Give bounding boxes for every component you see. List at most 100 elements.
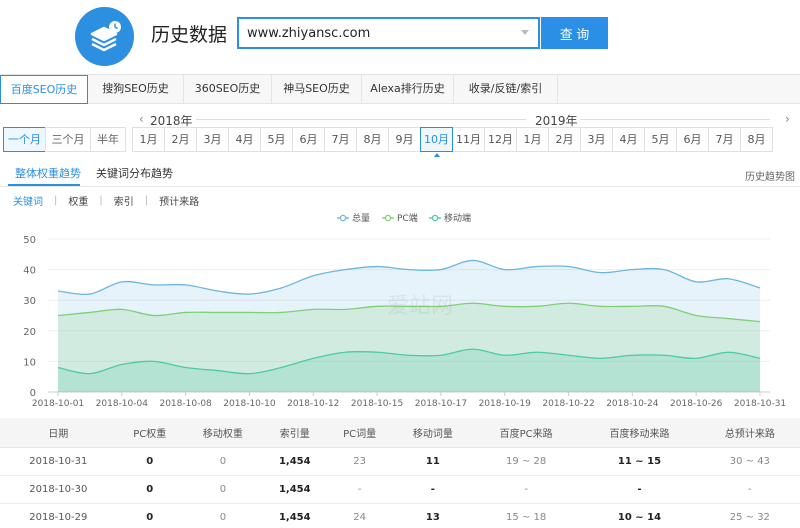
- column-header[interactable]: 总预计来路: [699, 418, 800, 448]
- legend-marker: [339, 214, 347, 222]
- month-16[interactable]: 5月: [644, 127, 677, 152]
- tab-sogou-seo[interactable]: 搜狗SEO历史: [88, 75, 184, 104]
- next-year-arrow-icon[interactable]: ›: [785, 112, 790, 126]
- legend-label: 移动端: [444, 212, 471, 224]
- range-one-month[interactable]: 一个月: [3, 127, 46, 152]
- month-13[interactable]: 2月: [548, 127, 581, 152]
- range-three-months[interactable]: 三个月: [45, 127, 91, 152]
- month-6[interactable]: 7月: [324, 127, 357, 152]
- month-17[interactable]: 6月: [676, 127, 709, 152]
- table-header-row: 日期 PC权重 移动权重 索引量 PC词量 移动词量 百度PC来路 百度移动来路 总预计来路: [0, 418, 800, 448]
- y-tick-label: 50: [23, 235, 36, 246]
- month-8[interactable]: 9月: [388, 127, 421, 152]
- table-cell: 25 ~ 32: [699, 503, 800, 528]
- history-chart-link[interactable]: 历史趋势图: [745, 168, 795, 183]
- table-cell: 0: [182, 503, 264, 528]
- table-cell: 0: [116, 447, 183, 476]
- tab-shenma-seo[interactable]: 神马SEO历史: [272, 75, 362, 104]
- column-header[interactable]: 日期: [0, 418, 117, 448]
- active-subtab-indicator: [8, 184, 80, 186]
- month-2[interactable]: 3月: [196, 127, 229, 152]
- month-7[interactable]: 8月: [356, 127, 389, 152]
- table-cell: 0: [116, 503, 183, 528]
- table-cell: 19 ~ 28: [472, 447, 580, 476]
- month-4[interactable]: 5月: [260, 127, 293, 152]
- table-cell: -: [699, 475, 800, 504]
- month-9[interactable]: 10月: [420, 127, 453, 157]
- x-tick-label: 2018-10-31: [734, 399, 786, 409]
- table-cell: 10 ~ 14: [579, 503, 700, 528]
- month-18[interactable]: 7月: [708, 127, 741, 152]
- x-tick-label: 2018-10-19: [479, 399, 532, 409]
- column-header[interactable]: PC权重: [116, 418, 183, 448]
- x-tick-label: 2018-10-08: [159, 399, 212, 409]
- x-tick-label: 2018-10-26: [670, 399, 723, 409]
- tab-alexa[interactable]: Alexa排行历史: [362, 75, 454, 104]
- tab-baidu-seo[interactable]: 百度SEO历史: [0, 75, 88, 104]
- column-header[interactable]: 移动权重: [182, 418, 264, 448]
- y-tick-label: 20: [23, 327, 36, 338]
- page-title: 历史数据: [151, 24, 228, 46]
- month-0[interactable]: 1月: [132, 127, 165, 152]
- table-cell: 0: [182, 447, 264, 476]
- subtab-keyword-distribution[interactable]: 关键词分布趋势: [96, 165, 173, 181]
- table-row: 2018-10-29 0 0 1,454 24 13 15 ~ 18 10 ~ 14 25 ~ …: [0, 503, 800, 528]
- month-1[interactable]: 2月: [164, 127, 197, 152]
- table-cell: -: [579, 475, 700, 504]
- table-cell: 11 ~ 15: [579, 447, 700, 476]
- month-19[interactable]: 8月: [740, 127, 773, 152]
- url-input[interactable]: [239, 19, 509, 47]
- column-header[interactable]: 百度PC来路: [472, 418, 580, 448]
- prev-year-arrow-icon[interactable]: ‹: [139, 112, 144, 126]
- table-row: 2018-10-31 0 0 1,454 23 11 19 ~ 28 11 ~ 15 30 ~ …: [0, 447, 800, 476]
- table-cell: 0: [182, 475, 264, 504]
- table-cell: 2018-10-31: [0, 447, 117, 476]
- sub-tabs: 整体权重趋势 关键词分布趋势: [0, 160, 800, 187]
- y-tick-label: 0: [30, 388, 36, 399]
- history-table: 日期 PC权重 移动权重 索引量 PC词量 移动词量 百度PC来路 百度移动来路 总预计来路 2…: [0, 418, 800, 528]
- y-tick-label: 10: [23, 357, 36, 368]
- tab-index-backlinks[interactable]: 收录/反链/索引: [454, 75, 558, 104]
- query-button[interactable]: 查 询: [541, 17, 608, 49]
- y-tick-label: 40: [23, 266, 36, 277]
- month-10[interactable]: 11月: [452, 127, 485, 152]
- x-tick-label: 2018-10-01: [32, 399, 84, 409]
- search-box[interactable]: [237, 17, 540, 49]
- month-5[interactable]: 6月: [292, 127, 325, 152]
- table-cell: 30 ~ 43: [699, 447, 800, 476]
- dropdown-caret-icon[interactable]: [521, 30, 529, 35]
- range-half-year[interactable]: 半年: [90, 127, 126, 152]
- watermark: 爱站网: [387, 294, 453, 319]
- month-15[interactable]: 4月: [612, 127, 645, 152]
- legend-label: PC端: [397, 212, 418, 224]
- column-header[interactable]: 索引量: [263, 418, 327, 448]
- table-body: 2018-10-31 0 0 1,454 23 11 19 ~ 28 11 ~ 15 30 ~ …: [0, 447, 800, 528]
- x-tick-label: 2018-10-17: [415, 399, 467, 409]
- month-12[interactable]: 1月: [516, 127, 549, 152]
- column-header[interactable]: 移动词量: [392, 418, 473, 448]
- x-tick-label: 2018-10-10: [223, 399, 276, 409]
- tab-360-seo[interactable]: 360SEO历史: [184, 75, 272, 104]
- table-cell: 13: [392, 503, 473, 528]
- trend-chart: 0 10 20 30 40 50 2018-10-01 2018-10-04 2018-10-0…: [23, 212, 786, 409]
- legend-marker: [384, 214, 392, 222]
- table-cell: 2018-10-30: [0, 475, 117, 504]
- subtab-overall-trend[interactable]: 整体权重趋势: [15, 165, 81, 181]
- column-header[interactable]: 百度移动来路: [579, 418, 700, 448]
- table-cell: -: [326, 475, 393, 504]
- table-cell: 0: [116, 475, 183, 504]
- table-cell: 1,454: [263, 503, 327, 528]
- table-cell: 23: [326, 447, 393, 476]
- month-14[interactable]: 3月: [580, 127, 613, 152]
- x-tick-label: 2018-10-24: [606, 399, 659, 409]
- table-cell: -: [392, 475, 473, 504]
- table-cell: 11: [392, 447, 473, 476]
- y-tick-label: 30: [23, 296, 36, 307]
- month-11[interactable]: 12月: [484, 127, 517, 152]
- month-selector: 1月 2月 3月 4月 5月 6月 7月 8月 9月 10月 11月 12月 1月 2月 3月 4月 5月 6月 7…: [132, 127, 773, 157]
- year-divider: [580, 119, 770, 120]
- table-cell: 1,454: [263, 447, 327, 476]
- month-3[interactable]: 4月: [228, 127, 261, 152]
- table-cell: 24: [326, 503, 393, 528]
- column-header[interactable]: PC词量: [326, 418, 393, 448]
